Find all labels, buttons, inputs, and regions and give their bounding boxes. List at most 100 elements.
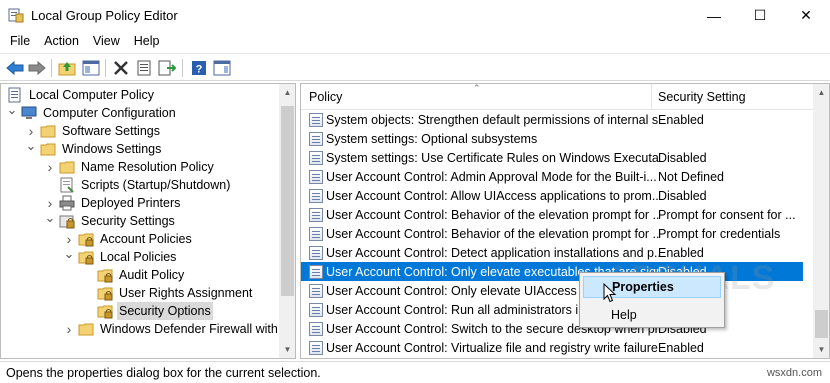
policy-name: System objects: Strengthen default permi… [326,112,659,127]
forward-button[interactable] [27,58,47,78]
scroll-down-icon[interactable]: ▼ [813,341,829,358]
menu-file[interactable]: File [0,31,37,51]
security-setting-value: Enabled [658,112,704,127]
column-header-security-setting[interactable]: Security Setting [658,90,746,104]
menu-view[interactable]: View [86,31,127,51]
list-scroll-thumb[interactable] [815,310,828,338]
properties-icon [137,60,151,76]
tree-item[interactable]: › Account Policies [62,230,194,248]
scroll-down-icon[interactable]: ▼ [279,341,295,358]
policy-row[interactable]: User Account Control: Admin Approval Mod… [301,167,803,186]
policy-row[interactable]: User Account Control: Virtualize file an… [301,338,803,357]
policy-row[interactable]: User Account Control: Behavior of the el… [301,224,803,243]
printer-icon [59,195,75,211]
policy-row[interactable]: System settings: Optional subsystems [301,129,803,148]
policy-name: System settings: Optional subsystems [326,131,538,146]
tree-item[interactable]: › Software Settings [24,122,162,140]
list-scrollbar[interactable]: ▲ ▼ [813,84,829,358]
tree-item[interactable]: Audit Policy [81,266,186,284]
policy-setting-icon [309,207,323,222]
tree-scroll-thumb[interactable] [281,106,294,296]
close-icon: ✕ [800,7,812,23]
policy-name: User Account Control: Admin Approval Mod… [326,169,657,184]
tree-item-label: User Rights Assignment [119,286,253,300]
policy-setting-icon [309,340,323,355]
site-watermark: wsxdn.com [766,367,822,379]
security-setting-value: Disabled [658,150,707,165]
up-folder-button[interactable] [57,58,77,78]
tree-item[interactable]: User Rights Assignment [81,284,254,302]
collapse-chevron-icon[interactable]: ⌄ [62,245,76,263]
expand-chevron-icon[interactable]: › [62,320,76,338]
menu-help[interactable]: Help [127,31,167,51]
window-title: Local Group Policy Editor [31,8,178,23]
security-icon [59,213,75,229]
properties-button[interactable] [134,58,154,78]
tree-item-label: Audit Policy [119,268,185,282]
policy-setting-icon [309,321,323,336]
scroll-up-icon[interactable]: ▲ [813,84,829,101]
status-text: Opens the properties dialog box for the … [6,366,321,380]
status-bar: Opens the properties dialog box for the … [0,361,830,383]
policy-row[interactable]: User Account Control: Switch to the secu… [301,319,803,338]
policy-row[interactable]: User Account Control: Run all administra… [301,300,803,319]
menu-action[interactable]: Action [37,31,86,51]
sort-ascending-icon: ⌃ [473,83,481,93]
tree-item[interactable]: › Deployed Printers [43,194,182,212]
close-button[interactable]: ✕ [783,0,829,31]
console-tree[interactable]: Local Computer Policy ⌄ Computer Configura… [0,83,296,359]
tree-item[interactable]: ⌄ Security Settings [43,209,177,230]
tree-item-label: Name Resolution Policy [81,160,214,174]
folder-icon [40,123,56,139]
svg-text:?: ? [196,64,203,76]
minimize-button[interactable]: — [691,0,737,31]
tree-item[interactable]: › Windows Defender Firewall with A [62,320,291,338]
toolbar: ? [0,53,830,81]
tree-item-label: Software Settings [62,124,160,138]
locked-folder-icon [97,285,113,301]
policy-row[interactable]: User Account Control: Allow UIAccess app… [301,186,803,205]
policy-name: User Account Control: Virtualize file an… [326,340,659,355]
security-setting-value: Not Defined [658,169,725,184]
policy-row[interactable]: System settings: Use Certificate Rules o… [301,148,803,167]
locked-folder-icon [97,303,113,319]
show-action-pane-button[interactable] [212,58,232,78]
back-icon [6,61,24,75]
security-setting-value: Prompt for credentials [658,226,781,241]
expand-chevron-icon[interactable]: › [43,158,57,176]
locked-folder-icon [78,231,94,247]
scroll-up-icon[interactable]: ▲ [279,84,295,101]
tree-item[interactable]: ⌄ Computer Configuration [5,101,178,122]
tree-item[interactable]: Local Computer Policy [3,86,156,104]
tree-item-label: Local Policies [100,250,177,264]
policy-row[interactable]: System objects: Strengthen default permi… [301,110,803,129]
tree-scrollbar[interactable]: ▲ ▼ [279,84,295,358]
tree-item[interactable]: Scripts (Startup/Shutdown) [43,176,232,194]
policy-list-pane[interactable]: ⌃ Policy Security Setting System objects… [300,83,830,359]
collapse-chevron-icon[interactable]: ⌄ [5,101,19,119]
help-button[interactable]: ? [189,58,209,78]
policy-setting-icon [309,264,323,279]
group-policy-app-icon [8,7,24,23]
security-setting-value: Prompt for consent for ... [658,207,796,222]
tree-item[interactable]: Security Options [81,302,213,320]
security-setting-value: Enabled [658,340,704,355]
collapse-chevron-icon[interactable]: ⌄ [43,209,57,227]
maximize-button[interactable]: ☐ [737,0,783,31]
show-hide-tree-button[interactable] [81,58,101,78]
context-menu-help[interactable]: Help [583,304,721,326]
delete-button[interactable] [111,58,131,78]
column-header-policy[interactable]: Policy [309,90,342,104]
policy-name: System settings: Use Certificate Rules o… [326,150,659,165]
collapse-chevron-icon[interactable]: ⌄ [24,137,38,155]
tree-item[interactable]: ⌄ Windows Settings [24,137,163,158]
tree-item[interactable]: ⌄ Local Policies [62,245,178,266]
tree-item[interactable]: › Name Resolution Policy [43,158,216,176]
security-setting-value: Enabled [658,245,704,260]
export-list-button[interactable] [157,58,177,78]
back-button[interactable] [5,58,25,78]
policy-row[interactable]: User Account Control: Behavior of the el… [301,205,803,224]
